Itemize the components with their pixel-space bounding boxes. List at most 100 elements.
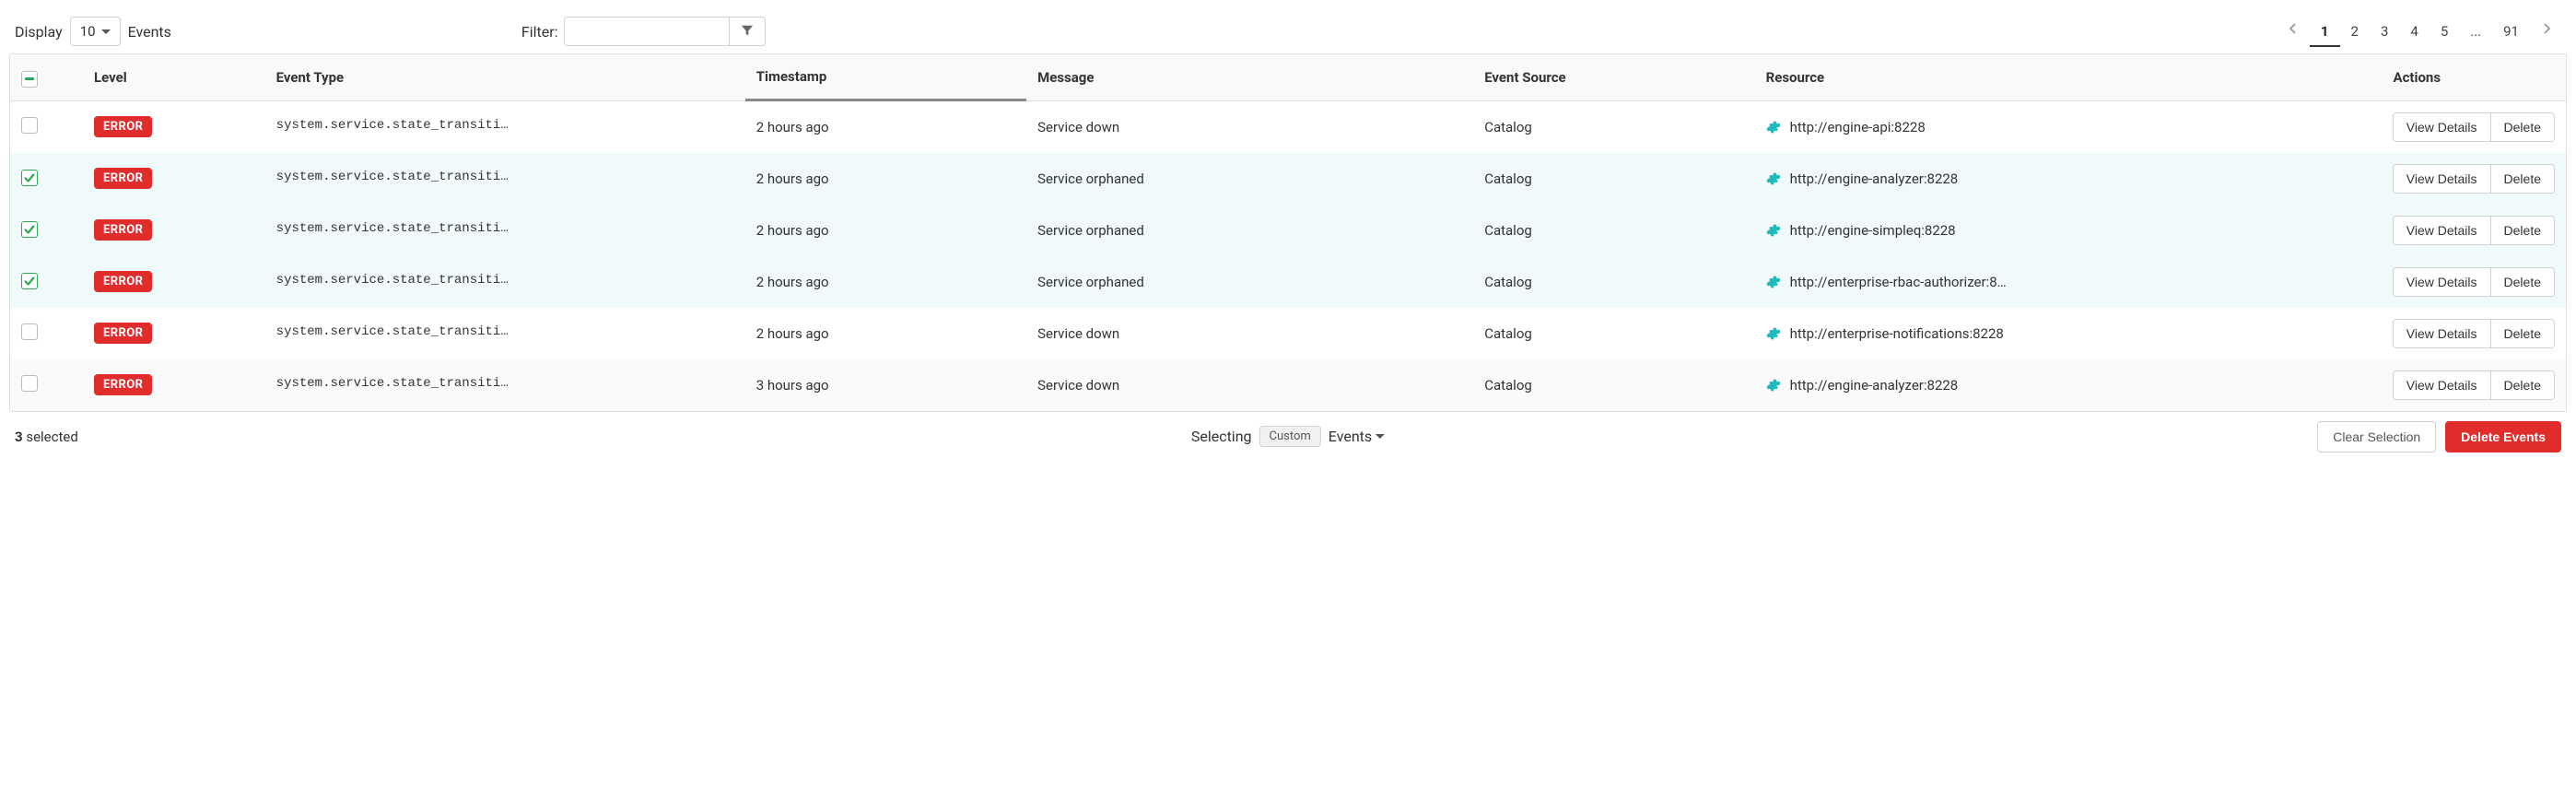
filter-label: Filter: (521, 23, 558, 41)
chevron-right-icon (2543, 23, 2550, 34)
column-actions: Actions (2268, 54, 2566, 101)
table-row: ERRORsystem.service.state_transition.o…2… (10, 153, 2566, 205)
message-value: Service orphaned (1026, 153, 1473, 205)
view-details-button[interactable]: View Details (2394, 320, 2490, 347)
resource-value: http://engine-analyzer:8228 (1766, 377, 2015, 394)
message-value: Service orphaned (1026, 256, 1473, 308)
row-actions: View DetailsDelete (2393, 216, 2555, 245)
resource-value: http://engine-api:8228 (1766, 119, 2015, 135)
timestamp-value: 2 hours ago (745, 308, 1026, 359)
row-actions: View DetailsDelete (2393, 370, 2555, 400)
page-1[interactable]: 1 (2310, 18, 2340, 47)
event-type-value: system.service.state_transition.d… (276, 376, 516, 391)
clear-selection-button[interactable]: Clear Selection (2317, 421, 2436, 453)
page-size-select[interactable]: 10 (70, 17, 121, 46)
event-type-value: system.service.state_transition.o… (276, 273, 516, 288)
column-event-source[interactable]: Event Source (1473, 54, 1754, 101)
gear-icon (1766, 275, 1781, 289)
delete-row-button[interactable]: Delete (2490, 371, 2554, 399)
delete-row-button[interactable]: Delete (2490, 217, 2554, 244)
level-badge: ERROR (94, 271, 152, 292)
filter-control: Filter: (521, 17, 766, 46)
resource-value: http://engine-analyzer:8228 (1766, 170, 2015, 187)
gear-icon (1766, 326, 1781, 341)
column-message[interactable]: Message (1026, 54, 1473, 101)
event-source-value: Catalog (1473, 153, 1754, 205)
resource-value: http://enterprise-rbac-authorizer:8… (1766, 274, 2015, 290)
delete-row-button[interactable]: Delete (2490, 320, 2554, 347)
row-actions: View DetailsDelete (2393, 319, 2555, 348)
row-actions: View DetailsDelete (2393, 267, 2555, 297)
timestamp-value: 2 hours ago (745, 153, 1026, 205)
caret-down-icon (1376, 434, 1385, 439)
message-value: Service down (1026, 308, 1473, 359)
custom-pill: Custom (1259, 426, 1321, 447)
filter-button[interactable] (730, 17, 766, 46)
events-table: Level Event Type Timestamp Message Event… (9, 53, 2567, 412)
table-row: ERROR system.service.state_transition.d… 3… (10, 359, 2566, 411)
event-source-value: Catalog (1473, 359, 1754, 411)
caret-down-icon (101, 29, 111, 34)
row-checkbox[interactable] (21, 221, 38, 238)
events-label: Events (128, 23, 171, 41)
table-row: ERRORsystem.service.state_transition.d…2… (10, 101, 2566, 153)
page-prev[interactable] (2278, 18, 2308, 45)
level-badge: ERROR (94, 219, 152, 241)
resource-value: http://enterprise-notifications:8228 (1766, 325, 2015, 342)
gear-icon (1766, 120, 1781, 135)
delete-events-button[interactable]: Delete Events (2445, 421, 2561, 453)
page-3[interactable]: 3 (2370, 18, 2399, 47)
table-row: ERROR system.service.state_transition.o… 2… (10, 205, 2566, 256)
message-value: Service orphaned (1026, 205, 1473, 256)
gear-icon (1766, 223, 1781, 238)
table-footer: 3 selected Selecting Custom Events Clear… (9, 412, 2567, 456)
view-details-button[interactable]: View Details (2394, 165, 2490, 193)
event-type-value: system.service.state_transition.o… (276, 221, 516, 236)
funnel-icon (741, 24, 754, 37)
column-level[interactable]: Level (83, 54, 265, 101)
page-next[interactable] (2532, 18, 2561, 45)
row-checkbox[interactable] (21, 323, 38, 340)
filter-input[interactable] (564, 17, 730, 46)
row-actions: View DetailsDelete (2393, 164, 2555, 194)
row-checkbox[interactable] (21, 375, 38, 392)
event-type-value: system.service.state_transition.d… (276, 118, 516, 133)
column-resource[interactable]: Resource (1755, 54, 2268, 101)
message-value: Service down (1026, 101, 1473, 153)
gear-icon (1766, 378, 1781, 393)
delete-row-button[interactable]: Delete (2490, 165, 2554, 193)
select-all-checkbox[interactable] (21, 71, 38, 88)
timestamp-value: 3 hours ago (745, 359, 1026, 411)
page-5[interactable]: 5 (2430, 18, 2459, 47)
level-badge: ERROR (94, 116, 152, 137)
gear-icon (1766, 171, 1781, 186)
view-details-button[interactable]: View Details (2394, 371, 2490, 399)
level-badge: ERROR (94, 374, 152, 395)
row-checkbox[interactable] (21, 273, 38, 289)
table-row: ERROR system.service.state_transition.o… 2… (10, 256, 2566, 308)
event-source-value: Catalog (1473, 101, 1754, 153)
page-2[interactable]: 2 (2340, 18, 2370, 47)
column-event-type[interactable]: Event Type (265, 54, 745, 101)
level-badge: ERROR (94, 168, 152, 189)
selecting-label: Selecting (1191, 428, 1252, 445)
delete-row-button[interactable]: Delete (2490, 113, 2554, 141)
timestamp-value: 2 hours ago (745, 205, 1026, 256)
message-value: Service down (1026, 359, 1473, 411)
view-details-button[interactable]: View Details (2394, 268, 2490, 296)
chevron-left-icon (2289, 23, 2297, 34)
page-4[interactable]: 4 (2399, 18, 2429, 47)
row-actions: View DetailsDelete (2393, 112, 2555, 142)
column-timestamp[interactable]: Timestamp (745, 54, 1026, 101)
page-91[interactable]: 91 (2492, 18, 2530, 47)
display-label: Display (15, 23, 63, 41)
row-checkbox[interactable] (21, 117, 38, 134)
events-dropdown[interactable]: Events (1329, 428, 1385, 445)
event-source-value: Catalog (1473, 308, 1754, 359)
row-checkbox[interactable] (21, 170, 38, 186)
timestamp-value: 2 hours ago (745, 256, 1026, 308)
resource-value: http://engine-simpleq:8228 (1766, 222, 2015, 239)
view-details-button[interactable]: View Details (2394, 217, 2490, 244)
view-details-button[interactable]: View Details (2394, 113, 2490, 141)
delete-row-button[interactable]: Delete (2490, 268, 2554, 296)
